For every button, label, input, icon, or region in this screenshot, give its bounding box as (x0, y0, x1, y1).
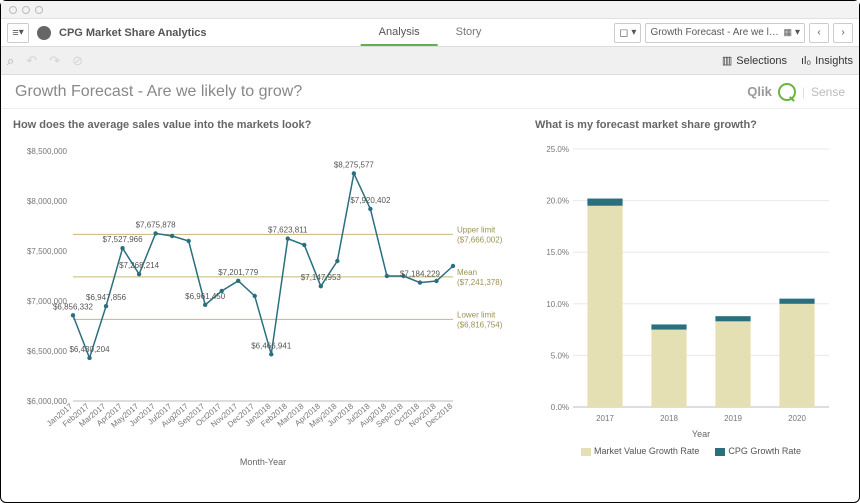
selections-bar: ⌕ ↶ ↷ ⊘ ▥ Selections ıl₀ Insights (1, 47, 859, 75)
sheet-selector[interactable]: Growth Forecast - Are we lik…▦▾ (645, 23, 805, 43)
insights-icon: ıl₀ (801, 55, 811, 67)
smart-search-icon[interactable]: ⌕ (7, 53, 14, 69)
svg-text:$8,275,577: $8,275,577 (334, 160, 375, 169)
sheet-header: Growth Forecast - Are we likely to grow?… (1, 75, 859, 109)
svg-text:2018: 2018 (660, 414, 678, 423)
selections-label: Selections (736, 55, 787, 67)
svg-text:$7,147,953: $7,147,953 (301, 273, 342, 282)
tab-analysis[interactable]: Analysis (361, 20, 438, 46)
sense-word: Sense (811, 85, 845, 99)
window-titlebar (1, 1, 859, 19)
svg-text:$6,430,204: $6,430,204 (69, 345, 110, 354)
svg-text:Upper limit: Upper limit (457, 225, 496, 234)
svg-text:($7,241,378): ($7,241,378) (457, 278, 503, 287)
chevron-right-icon: › (841, 27, 844, 38)
qlik-q-icon (778, 83, 796, 101)
bookmark-button[interactable]: ◻▾ (614, 23, 641, 43)
svg-text:($7,666,002): ($7,666,002) (457, 235, 503, 244)
step-forward-icon[interactable]: ↷ (49, 53, 60, 69)
bar-chart-title: What is my forecast market share growth? (535, 119, 847, 131)
svg-text:$7,268,214: $7,268,214 (119, 261, 160, 270)
sheet-grid-icon: ▦ (783, 27, 792, 38)
bar-chart-panel[interactable]: What is my forecast market share growth?… (535, 119, 847, 498)
svg-text:$6,961,450: $6,961,450 (185, 292, 226, 301)
qlik-logo: Qlik | Sense (747, 83, 845, 101)
svg-text:Mean: Mean (457, 268, 477, 277)
insights-button[interactable]: ıl₀ Insights (801, 55, 853, 67)
line-chart-title: How does the average sales value into th… (13, 119, 523, 131)
insights-label: Insights (815, 55, 853, 67)
svg-text:Month-Year: Month-Year (240, 457, 286, 467)
svg-text:$7,500,000: $7,500,000 (27, 247, 68, 256)
svg-text:Year: Year (692, 429, 710, 439)
chevron-down-icon: ▾ (19, 27, 24, 38)
chevron-down-icon: ▾ (795, 27, 800, 38)
sheet-selector-label: Growth Forecast - Are we lik… (650, 27, 780, 38)
svg-text:$7,184,229: $7,184,229 (400, 270, 441, 279)
next-sheet-button[interactable]: › (833, 23, 853, 43)
svg-text:$7,201,779: $7,201,779 (218, 268, 259, 277)
svg-text:0.0%: 0.0% (551, 403, 569, 412)
svg-text:2019: 2019 (724, 414, 742, 423)
legend-swatch-market (581, 448, 591, 456)
svg-text:5.0%: 5.0% (551, 351, 569, 360)
top-toolbar: ≡▾ CPG Market Share Analytics Analysis S… (1, 19, 859, 47)
svg-text:($6,816,754): ($6,816,754) (457, 320, 503, 329)
svg-text:$6,947,856: $6,947,856 (86, 293, 127, 302)
svg-text:2017: 2017 (596, 414, 614, 423)
svg-text:$6,500,000: $6,500,000 (27, 347, 68, 356)
tab-story[interactable]: Story (438, 20, 500, 46)
svg-text:10.0%: 10.0% (546, 300, 569, 309)
app-hub-icon[interactable] (37, 26, 51, 40)
line-chart-panel[interactable]: How does the average sales value into th… (13, 119, 523, 498)
legend-label-cpg: CPG Growth Rate (728, 446, 801, 456)
menu-button[interactable]: ≡▾ (7, 23, 29, 43)
svg-text:$6,856,332: $6,856,332 (53, 302, 94, 311)
step-back-icon[interactable]: ↶ (26, 53, 37, 69)
svg-text:$8,500,000: $8,500,000 (27, 147, 68, 156)
window-min-icon[interactable] (22, 6, 30, 14)
app-title: CPG Market Share Analytics (59, 27, 207, 39)
window-max-icon[interactable] (35, 6, 43, 14)
prev-sheet-button[interactable]: ‹ (809, 23, 829, 43)
svg-text:20.0%: 20.0% (546, 197, 569, 206)
sheet-title: Growth Forecast - Are we likely to grow? (15, 83, 302, 101)
mode-tabs: Analysis Story (361, 20, 500, 46)
sheet-content: How does the average sales value into th… (1, 109, 859, 502)
svg-text:$7,920,402: $7,920,402 (350, 196, 391, 205)
selections-tool-button[interactable]: ▥ Selections (722, 54, 787, 67)
chevron-left-icon: ‹ (817, 27, 820, 38)
legend-swatch-cpg (715, 448, 725, 456)
svg-text:$7,527,966: $7,527,966 (103, 235, 144, 244)
selections-icon: ▥ (722, 54, 732, 67)
legend-label-market: Market Value Growth Rate (594, 446, 699, 456)
line-chart-svg: $6,000,000$6,500,000$7,000,000$7,500,000… (13, 141, 523, 471)
svg-text:$7,675,878: $7,675,878 (136, 220, 177, 229)
svg-text:$8,000,000: $8,000,000 (27, 197, 68, 206)
svg-text:25.0%: 25.0% (546, 145, 569, 154)
chevron-down-icon: ▾ (631, 27, 636, 38)
svg-text:$7,623,811: $7,623,811 (268, 226, 308, 235)
svg-text:Lower limit: Lower limit (457, 310, 496, 319)
bar-chart-legend: Market Value Growth Rate CPG Growth Rate (535, 446, 847, 456)
svg-text:$6,466,941: $6,466,941 (251, 341, 292, 350)
qlik-word: Qlik (747, 84, 772, 99)
svg-text:15.0%: 15.0% (546, 248, 569, 257)
bar-chart-svg: 0.0% 5.0% 10.0% 15.0% 20.0% 25.0% 2017 2018 2019… (535, 141, 835, 441)
clear-all-icon[interactable]: ⊘ (72, 53, 83, 69)
bookmark-icon: ◻ (619, 26, 628, 39)
svg-text:2020: 2020 (788, 414, 806, 423)
svg-text:$6,000,000: $6,000,000 (27, 397, 68, 406)
window-close-icon[interactable] (9, 6, 17, 14)
